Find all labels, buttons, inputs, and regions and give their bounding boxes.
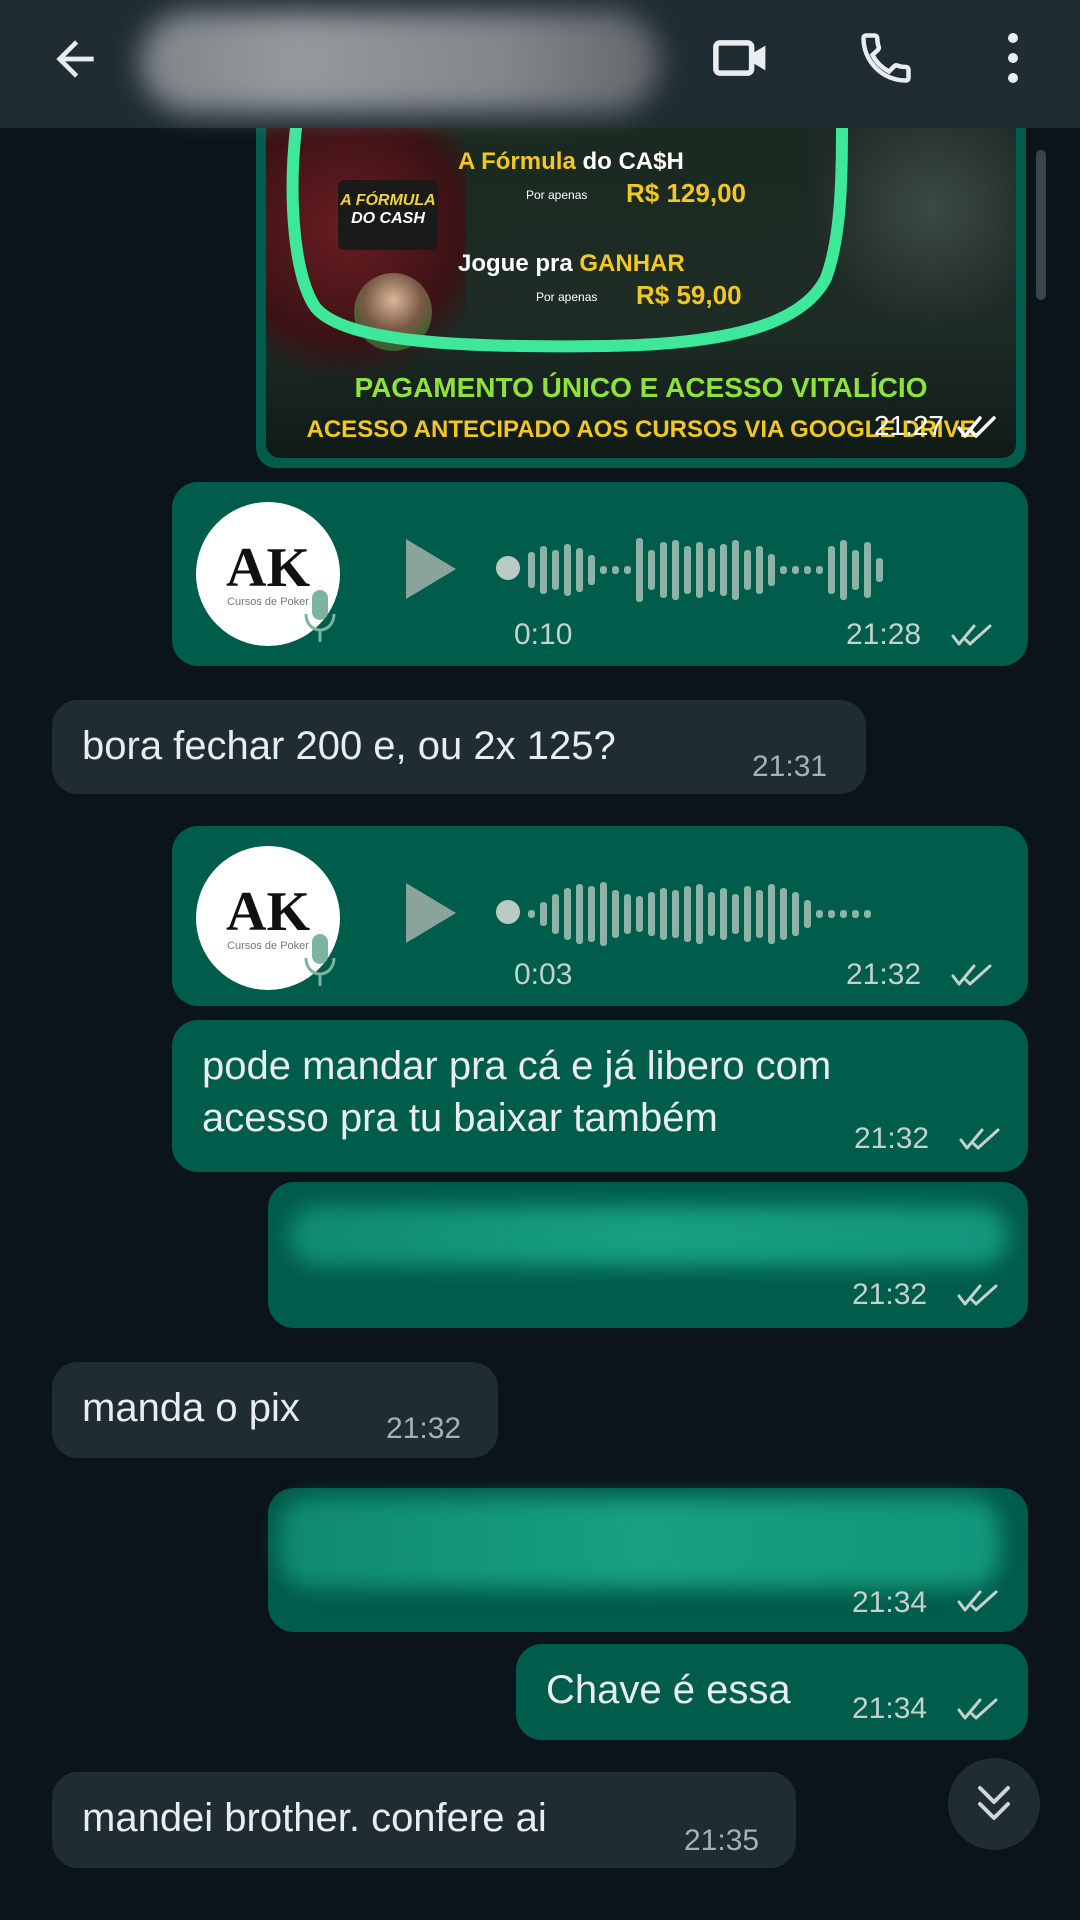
- promo-image[interactable]: A FÓRMULA DO CASH A Fórmula do CA$H Por …: [266, 128, 1016, 458]
- microphone-icon: [300, 586, 340, 646]
- audio-duration: 0:10: [514, 618, 573, 651]
- scroll-to-bottom-button[interactable]: [948, 1758, 1040, 1850]
- double-check-icon: [950, 622, 994, 653]
- promo-banner-1: PAGAMENTO ÚNICO E ACESSO VITALÍCIO: [354, 372, 928, 403]
- chat-header: [0, 0, 1080, 128]
- message-text: mandei brother. confere ai: [82, 1796, 547, 1840]
- chevron-double-down-icon: [978, 1786, 1010, 1820]
- message-time: 21:32: [852, 1278, 928, 1311]
- contact-name-redacted[interactable]: [140, 12, 660, 112]
- message-time: 21:32: [386, 1412, 462, 1445]
- audio-waveform[interactable]: [528, 530, 888, 610]
- outgoing-message[interactable]: 21:32: [268, 1182, 1028, 1328]
- message-time: 21:27: [873, 410, 944, 441]
- play-icon[interactable]: [400, 878, 460, 948]
- more-vertical-icon[interactable]: [990, 20, 1036, 96]
- avatar-caption: Cursos de Poker: [227, 940, 309, 952]
- outgoing-message[interactable]: pode mandar pra cá e já libero com acess…: [172, 1020, 1028, 1172]
- incoming-message[interactable]: mandei brother. confere ai 21:35: [52, 1772, 796, 1868]
- message-text: bora fechar 200 e, ou 2x 125?: [82, 724, 616, 768]
- message-text: Chave é essa: [546, 1668, 791, 1712]
- message-time: 21:32: [846, 958, 922, 991]
- audio-duration: 0:03: [514, 958, 573, 991]
- double-check-icon: [958, 1126, 1002, 1157]
- audio-message[interactable]: AK Cursos de Poker 0:03 21:32: [172, 826, 1028, 1006]
- message-time: 21:32: [854, 1122, 930, 1155]
- message-text: manda o pix: [82, 1386, 300, 1430]
- highlight-circle: [286, 128, 848, 353]
- double-check-icon: [950, 962, 994, 993]
- arrow-left-icon[interactable]: [40, 24, 110, 94]
- incoming-message[interactable]: bora fechar 200 e, ou 2x 125? 21:31: [52, 700, 866, 794]
- audio-progress-dot[interactable]: [496, 556, 520, 580]
- audio-progress-dot[interactable]: [496, 900, 520, 924]
- image-message[interactable]: A FÓRMULA DO CASH A Fórmula do CA$H Por …: [256, 128, 1026, 468]
- message-time: 21:34: [852, 1692, 928, 1725]
- redacted-content: [288, 1206, 1008, 1266]
- double-check-icon: [956, 1282, 1000, 1313]
- ak-logo-icon: AK: [226, 537, 310, 599]
- incoming-message[interactable]: manda o pix 21:32: [52, 1362, 498, 1458]
- outgoing-message[interactable]: Chave é essa 21:34: [516, 1644, 1028, 1740]
- scrollbar[interactable]: [1036, 150, 1046, 300]
- message-time: 21:34: [852, 1586, 928, 1619]
- outgoing-message[interactable]: 21:34: [268, 1488, 1028, 1632]
- microphone-icon: [300, 930, 340, 990]
- message-text: pode mandar pra cá e já libero com acess…: [202, 1044, 832, 1140]
- double-check-icon: [956, 1696, 1000, 1727]
- audio-waveform[interactable]: [528, 874, 876, 954]
- message-time: 21:35: [684, 1824, 760, 1857]
- message-time: 21:28: [846, 618, 922, 651]
- ak-logo-icon: AK: [226, 881, 310, 943]
- avatar-caption: Cursos de Poker: [227, 596, 309, 608]
- audio-message[interactable]: AK Cursos de Poker 0:10 21:28: [172, 482, 1028, 666]
- phone-icon[interactable]: [848, 20, 924, 96]
- double-check-icon: [956, 414, 998, 445]
- redacted-content: [280, 1498, 1000, 1588]
- double-check-icon: [956, 1588, 1000, 1619]
- message-time: 21:31: [752, 750, 828, 783]
- video-camera-icon[interactable]: [704, 20, 780, 96]
- play-icon[interactable]: [400, 534, 460, 604]
